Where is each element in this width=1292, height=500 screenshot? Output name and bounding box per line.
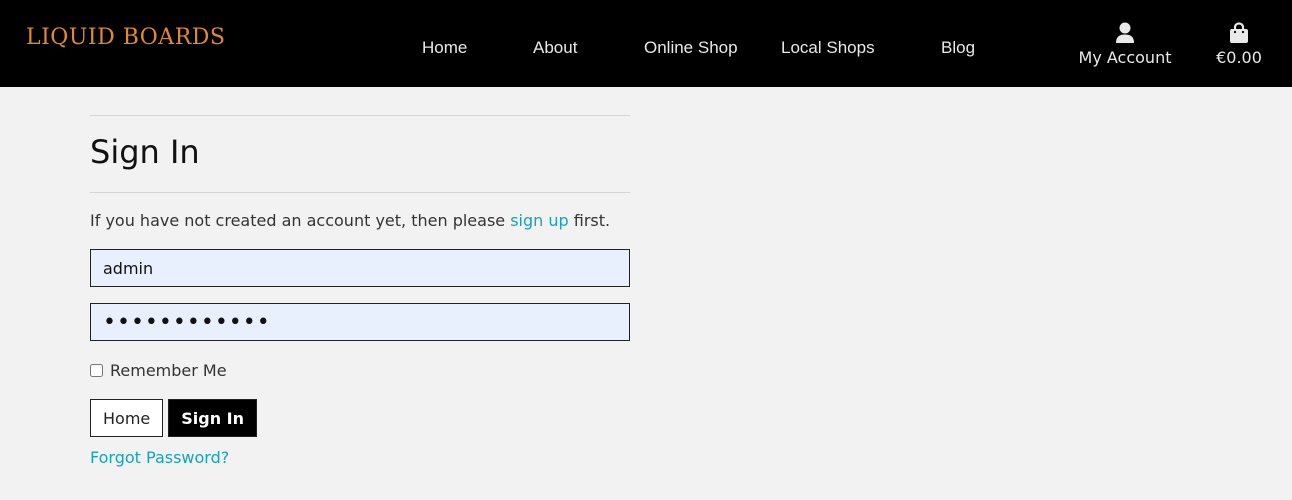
sign-in-panel: Sign In If you have not created an accou… — [90, 115, 630, 467]
home-button[interactable]: Home — [90, 399, 164, 437]
site-logo[interactable]: LIQUID BOARDS — [26, 25, 225, 50]
remember-me-checkbox[interactable] — [90, 364, 103, 377]
remember-me-label: Remember Me — [110, 361, 227, 380]
shopping-bag-icon — [1230, 22, 1248, 43]
sign-up-prompt: If you have not created an account yet, … — [90, 211, 630, 231]
form-actions: Home Sign In — [90, 399, 630, 437]
nav-local-shops[interactable]: Local Shops — [781, 38, 875, 58]
sign-in-button[interactable]: Sign In — [168, 399, 258, 437]
intro-suffix: first. — [568, 211, 611, 230]
nav-about[interactable]: About — [533, 38, 577, 58]
divider — [90, 115, 630, 116]
top-navbar: LIQUID BOARDS Home About Online Shop Loc… — [0, 0, 1292, 87]
username-input[interactable] — [90, 249, 630, 287]
cart-link[interactable]: €0.00 — [1212, 22, 1266, 67]
password-input[interactable] — [90, 303, 630, 341]
sign-up-link[interactable]: sign up — [510, 211, 568, 230]
page-title: Sign In — [90, 133, 200, 171]
nav-blog[interactable]: Blog — [941, 38, 975, 58]
nav-home[interactable]: Home — [422, 38, 467, 58]
cart-total: €0.00 — [1216, 48, 1262, 67]
user-icon — [1116, 22, 1134, 43]
my-account-link[interactable]: My Account — [1076, 22, 1174, 67]
divider — [90, 192, 630, 193]
my-account-label: My Account — [1078, 48, 1172, 67]
intro-prefix: If you have not created an account yet, … — [90, 211, 511, 230]
nav-online-shop[interactable]: Online Shop — [644, 38, 738, 58]
remember-me[interactable]: Remember Me — [90, 361, 630, 380]
forgot-password-link[interactable]: Forgot Password? — [90, 448, 229, 467]
